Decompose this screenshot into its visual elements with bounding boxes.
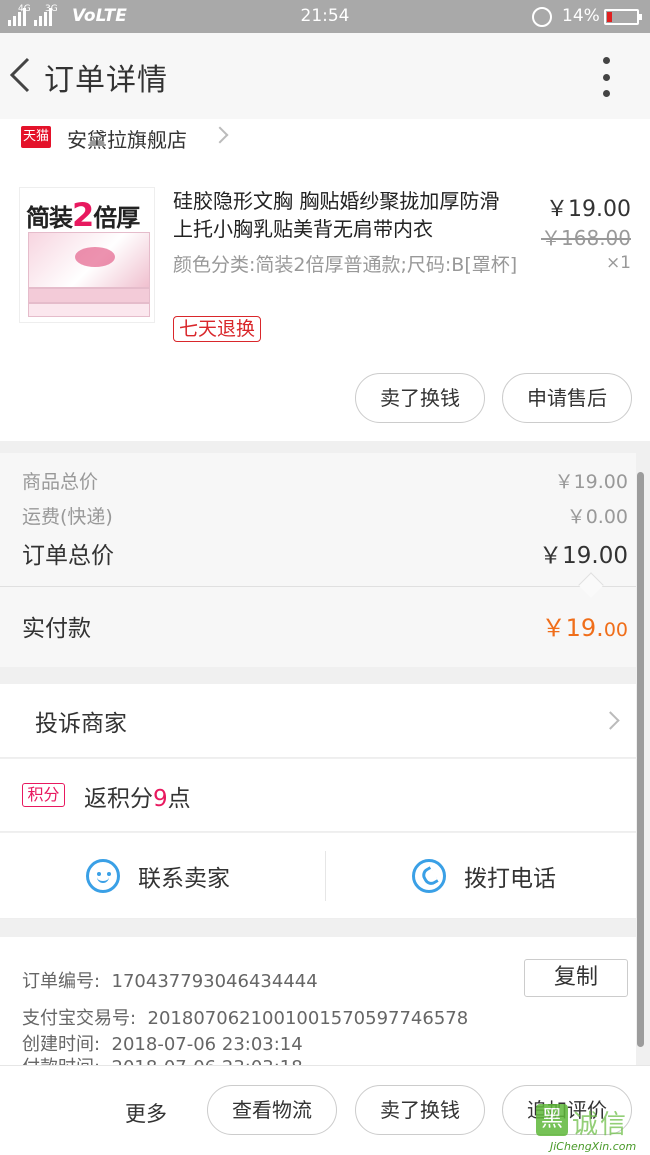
alipay-number-line: 支付宝交易号: 2018070621001001570597746578 [22,1008,469,1029]
status-bar: 4G 3G VoLTE 21:54 14% [0,0,650,33]
points-text: 返积分9点 [84,786,191,812]
after-sales-button[interactable]: 申请售后 [502,373,632,423]
seven-day-return-badge: 七天退换 [173,316,262,342]
product-image[interactable]: 简装2倍厚 [19,187,155,323]
page-title: 订单详情 [44,63,168,98]
goods-total-label: 商品总价 [22,471,99,493]
copy-button[interactable]: 复制 [524,959,628,997]
shipping-row: 运费(快递) ￥0.00 [22,502,628,529]
call-phone-label: 拨打电话 [464,866,556,892]
divider [0,586,636,587]
order-total-row: 订单总价 ￥19.00 [22,536,628,570]
created-time: 2018-07-06 23:03:14 [111,1034,303,1055]
more-button[interactable]: 更多 [125,1098,167,1128]
original-price: ￥168.00 [541,226,631,250]
product-image-caption: 简装2倍厚 [26,196,140,234]
shipping-label: 运费(快递) [22,506,113,528]
product-name[interactable]: 硅胶隐形文胸 胸贴婚纱聚拢加厚防滑上托小胸乳贴美背无肩带内衣 [173,187,513,243]
watermark-logo: 黑 诚信 JiChengXin.com [530,1104,650,1155]
order-total-value: ￥19.00 [539,543,628,569]
contact-seller-button[interactable]: 联系卖家 [86,833,230,919]
view-logistics-button[interactable]: 查看物流 [207,1085,337,1135]
order-number: 170437793046434444 [111,971,318,992]
product-sku: 颜色分类:简装2倍厚普通款;尺码:B[罩杯] [173,254,518,276]
sell-for-cash-button[interactable]: 卖了换钱 [355,1085,485,1135]
battery-percent: 14% [562,6,600,26]
goods-total-value: ￥19.00 [554,471,628,493]
call-phone-button[interactable]: 拨打电话 [412,833,556,919]
phone-icon [412,859,446,893]
price-summary: 商品总价 ￥19.00 运费(快递) ￥0.00 订单总价 ￥19.00 实付款… [0,453,636,667]
paid-amount: ￥19.00 [541,614,628,642]
contact-row: 联系卖家 拨打电话 [0,833,636,919]
back-arrow-icon[interactable] [6,55,36,95]
complain-merchant-row[interactable]: 投诉商家 [0,684,636,758]
divider [325,851,326,901]
tmall-logo-icon: 天猫 [21,126,51,148]
shop-name: 安黛拉旗舰店 [67,128,187,152]
more-options-icon[interactable] [594,57,618,97]
shipping-value: ￥0.00 [566,506,628,528]
scrollbar[interactable] [637,472,644,1047]
complain-merchant-label: 投诉商家 [35,711,127,737]
header: 订单详情 [0,33,650,119]
order-item-card: 简装2倍厚 硅胶隐形文胸 胸贴婚纱聚拢加厚防滑上托小胸乳贴美背无肩带内衣 ￥19… [0,177,650,441]
order-number-line: 订单编号: 170437793046434444 [22,971,318,992]
goods-total-row: 商品总价 ￥19.00 [22,467,628,494]
chevron-right-icon [211,126,229,144]
shop-row[interactable]: 天猫 安黛拉旗舰店 [0,119,650,177]
caret-up-icon [578,572,604,598]
product-quantity: ×1 [605,253,631,273]
paid-row: 实付款 ￥19.00 [22,608,628,643]
clock: 21:54 [300,6,350,26]
contact-seller-label: 联系卖家 [138,866,230,892]
alipay-number: 2018070621001001570597746578 [147,1008,469,1029]
points-tag: 积分 [22,783,65,807]
points-row: 积分 返积分9点 [0,759,636,832]
paid-label: 实付款 [22,616,91,642]
sell-for-cash-button[interactable]: 卖了换钱 [355,373,485,423]
battery-icon [604,9,642,25]
chevron-right-icon [601,711,620,730]
product-price: ￥19.00 [546,197,631,222]
order-info: 订单编号: 170437793046434444 复制 支付宝交易号: 2018… [0,937,636,1078]
order-total-label: 订单总价 [22,543,114,569]
rotation-lock-icon [532,7,552,27]
chat-smile-icon [86,859,120,893]
